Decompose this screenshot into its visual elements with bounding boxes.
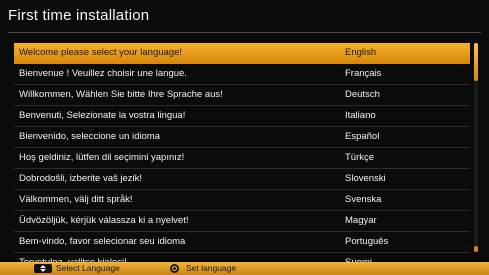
language-row-francais[interactable]: Bienvenue ! Veuillez choisir une langue.… (14, 64, 470, 85)
welcome-message: Welcome please select your language! (19, 47, 183, 58)
language-name: Türkçe (345, 152, 375, 163)
up-down-arrows-icon (34, 264, 52, 273)
welcome-message: Hoş geldiniz, lütfen dil seçimini yapını… (19, 152, 185, 163)
language-row-english[interactable]: Welcome please select your language! Eng… (14, 43, 470, 64)
language-row-svenska[interactable]: Välkommen, välj ditt språk! Svenska (14, 190, 470, 211)
welcome-message: Üdvözöljük, kérjük válassza ki a nyelvet… (19, 215, 189, 226)
language-name: Deutsch (345, 89, 380, 100)
welcome-message: Välkommen, välj ditt språk! (19, 194, 133, 205)
welcome-message: Benvenuti, Selezionate la vostra lingua! (19, 110, 186, 121)
language-row-espanol[interactable]: Bienvenido, seleccione un idioma Español (14, 127, 470, 148)
welcome-message: Dobrodošli, izberite vaš jezik! (19, 173, 143, 184)
ok-button-icon (170, 264, 179, 273)
language-name: Português (345, 236, 389, 247)
language-row-magyar[interactable]: Üdvözöljük, kérjük válassza ki a nyelvet… (14, 211, 470, 232)
language-row-deutsch[interactable]: Willkommen, Wählen Sie bitte Ihre Sprach… (14, 85, 470, 106)
footer-select-label: Select Language (56, 263, 120, 273)
footer-set-label: Set language (186, 263, 237, 273)
language-name: Slovenski (345, 173, 386, 184)
language-name: English (345, 47, 377, 58)
language-row-portugues[interactable]: Bem-vindo, favor selecionar seu idioma P… (14, 232, 470, 253)
scrollbar-thumb[interactable] (474, 43, 478, 81)
language-row-italiano[interactable]: Benvenuti, Selezionate la vostra lingua!… (14, 106, 470, 127)
page-title: First time installation (8, 7, 150, 24)
language-name: Español (345, 131, 380, 142)
welcome-message: Bienvenue ! Veuillez choisir une langue. (19, 68, 187, 79)
title-divider (8, 32, 481, 33)
language-row-slovenski[interactable]: Dobrodošli, izberite vaš jezik! Slovensk… (14, 169, 470, 190)
language-row-turkce[interactable]: Hoş geldiniz, lütfen dil seçimini yapını… (14, 148, 470, 169)
welcome-message: Willkommen, Wählen Sie bitte Ihre Sprach… (19, 89, 223, 100)
language-list: Welcome please select your language! Eng… (14, 43, 470, 274)
language-name: Français (345, 68, 382, 79)
welcome-message: Bem-vindo, favor selecionar seu idioma (19, 236, 186, 247)
language-name: Magyar (345, 215, 377, 226)
scrollbar-end-cap (474, 246, 478, 252)
welcome-message: Bienvenido, seleccione un idioma (19, 131, 161, 142)
list-scrollbar[interactable] (474, 43, 478, 252)
language-name: Svenska (345, 194, 382, 205)
language-name: Italiano (345, 110, 376, 121)
